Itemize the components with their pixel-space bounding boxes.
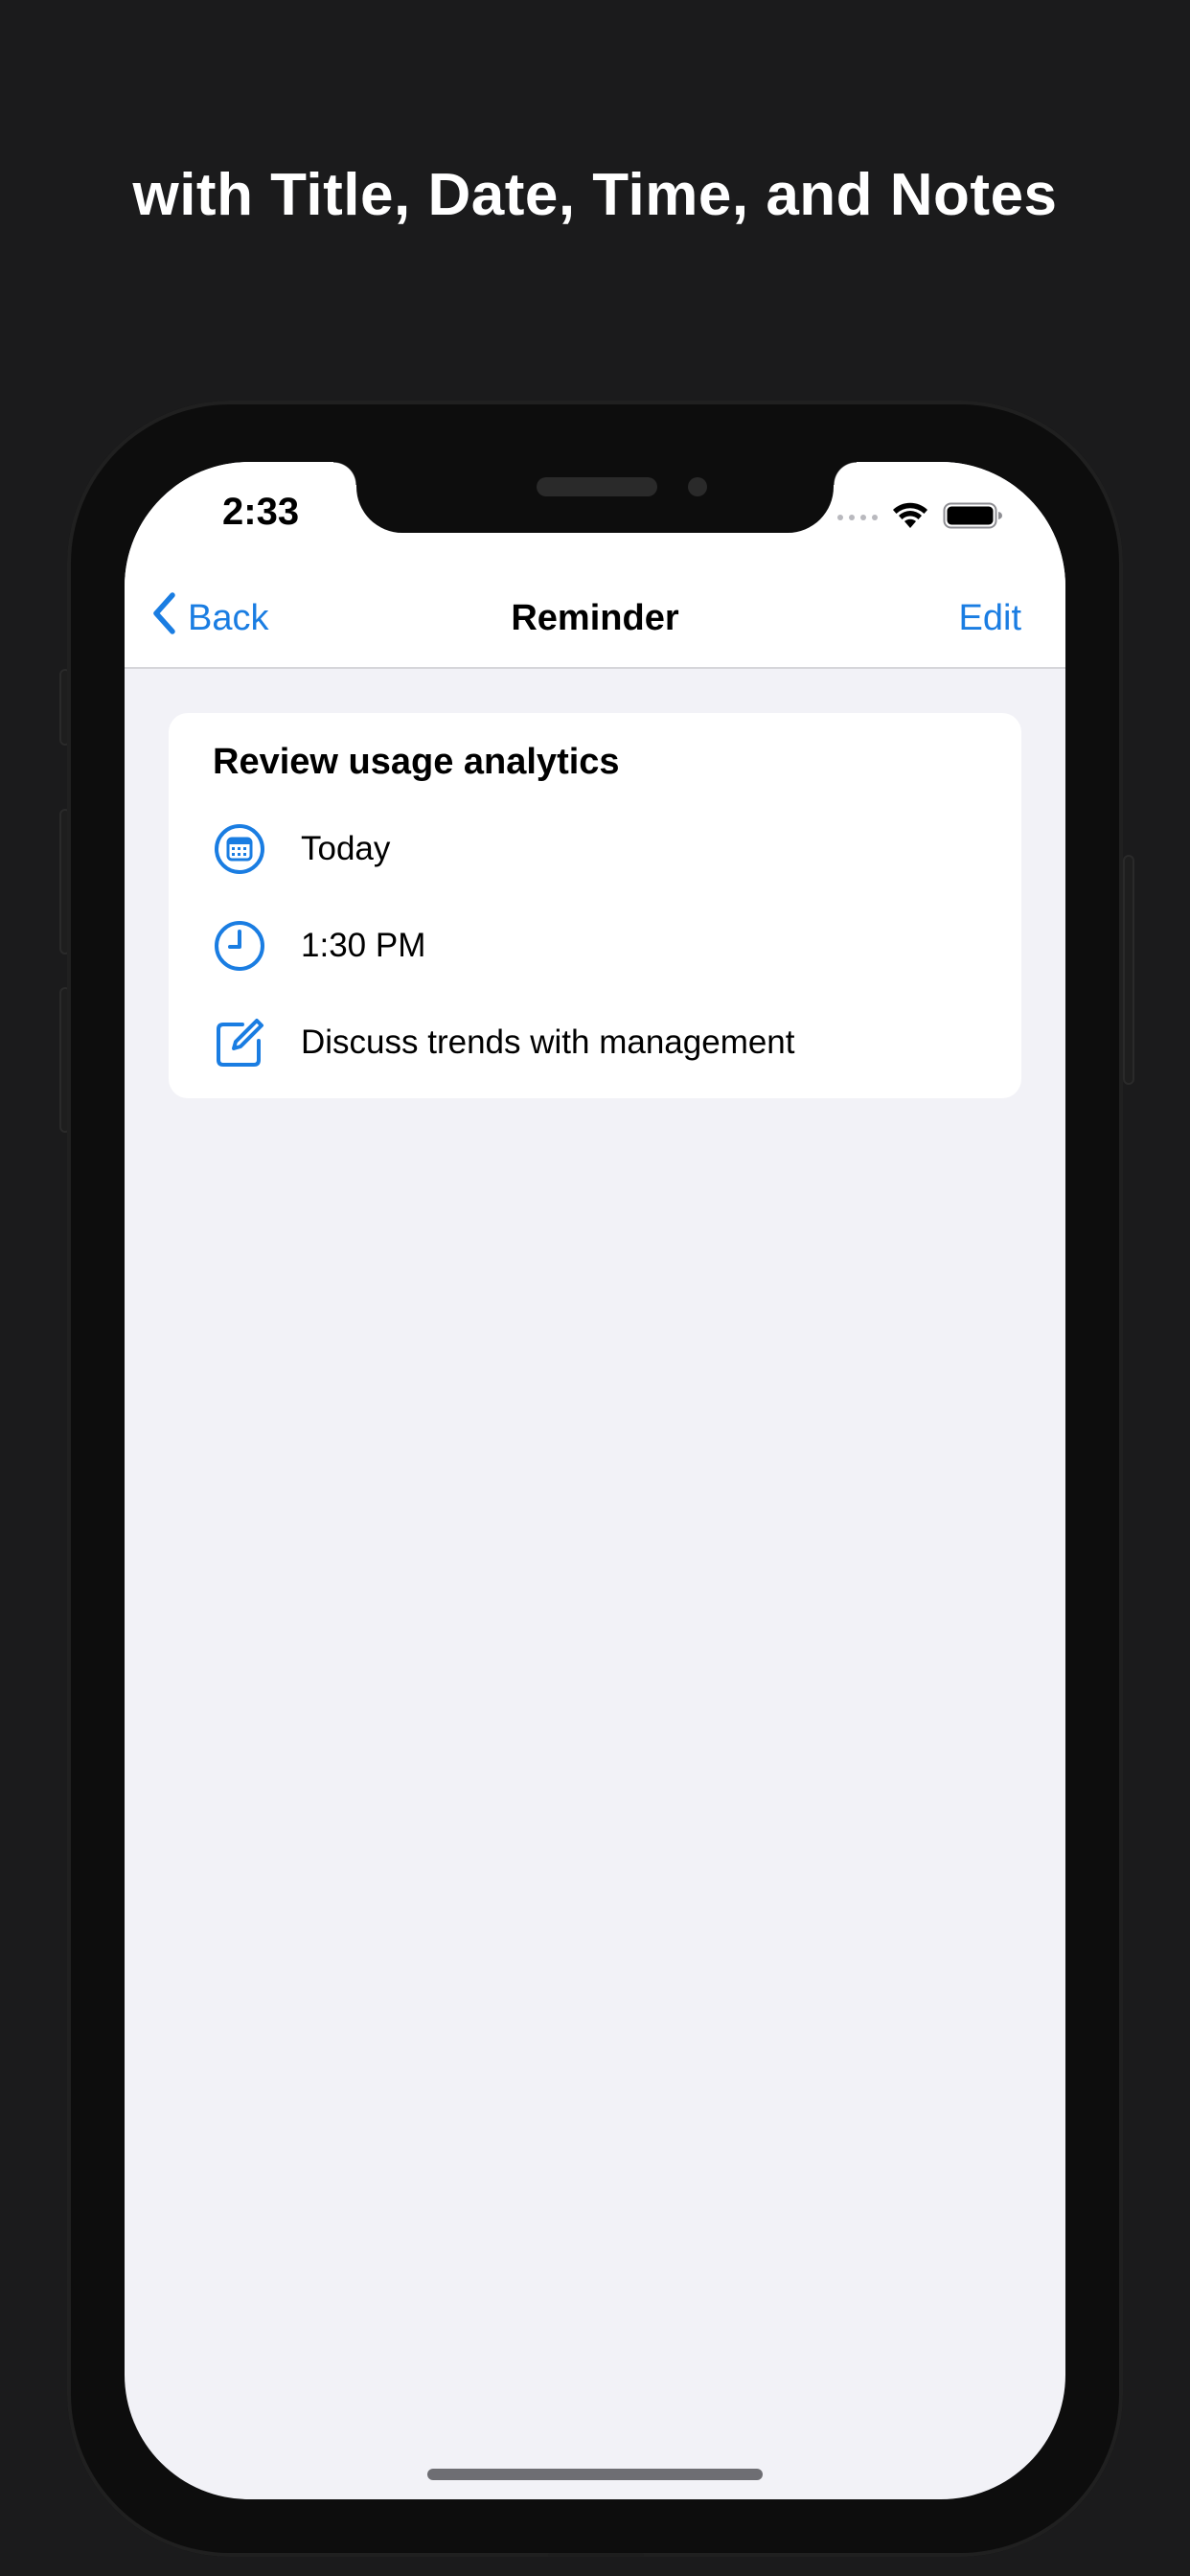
phone-screen: 2:33 Back Reminder Edit Review usage ana… [125,462,1065,2499]
edit-button[interactable]: Edit [959,598,1021,639]
navigation-bar: Back Reminder Edit [125,569,1065,669]
page-title: Reminder [511,598,679,638]
reminder-notes: Discuss trends with management [301,1024,795,1061]
notch [333,462,857,533]
power-button [1123,855,1134,1085]
reminder-time-row: 1:30 PM [213,919,425,973]
battery-icon [943,501,1004,535]
status-indicators [837,498,1004,537]
reminder-card: Review usage analytics Today 1:30 PM Dis… [169,713,1021,1098]
status-time: 2:33 [222,491,300,533]
reminder-title: Review usage analytics [213,742,620,782]
calendar-icon [213,822,266,876]
wifi-icon [891,501,929,535]
clock-icon [213,919,266,973]
front-camera [688,477,707,496]
cellular-signal-icon [837,515,878,520]
reminder-date-row: Today [213,822,390,876]
edit-note-icon [213,1016,266,1070]
marketing-headline: with Title, Date, Time, and Notes [132,162,1058,228]
reminder-notes-row: Discuss trends with management [213,1016,795,1070]
reminder-time: 1:30 PM [301,927,426,964]
home-indicator[interactable] [427,2469,763,2480]
status-bar: 2:33 [125,462,1065,569]
speaker-grille [537,477,657,496]
reminder-date: Today [301,830,391,867]
phone-bottom-edge [548,2553,644,2557]
